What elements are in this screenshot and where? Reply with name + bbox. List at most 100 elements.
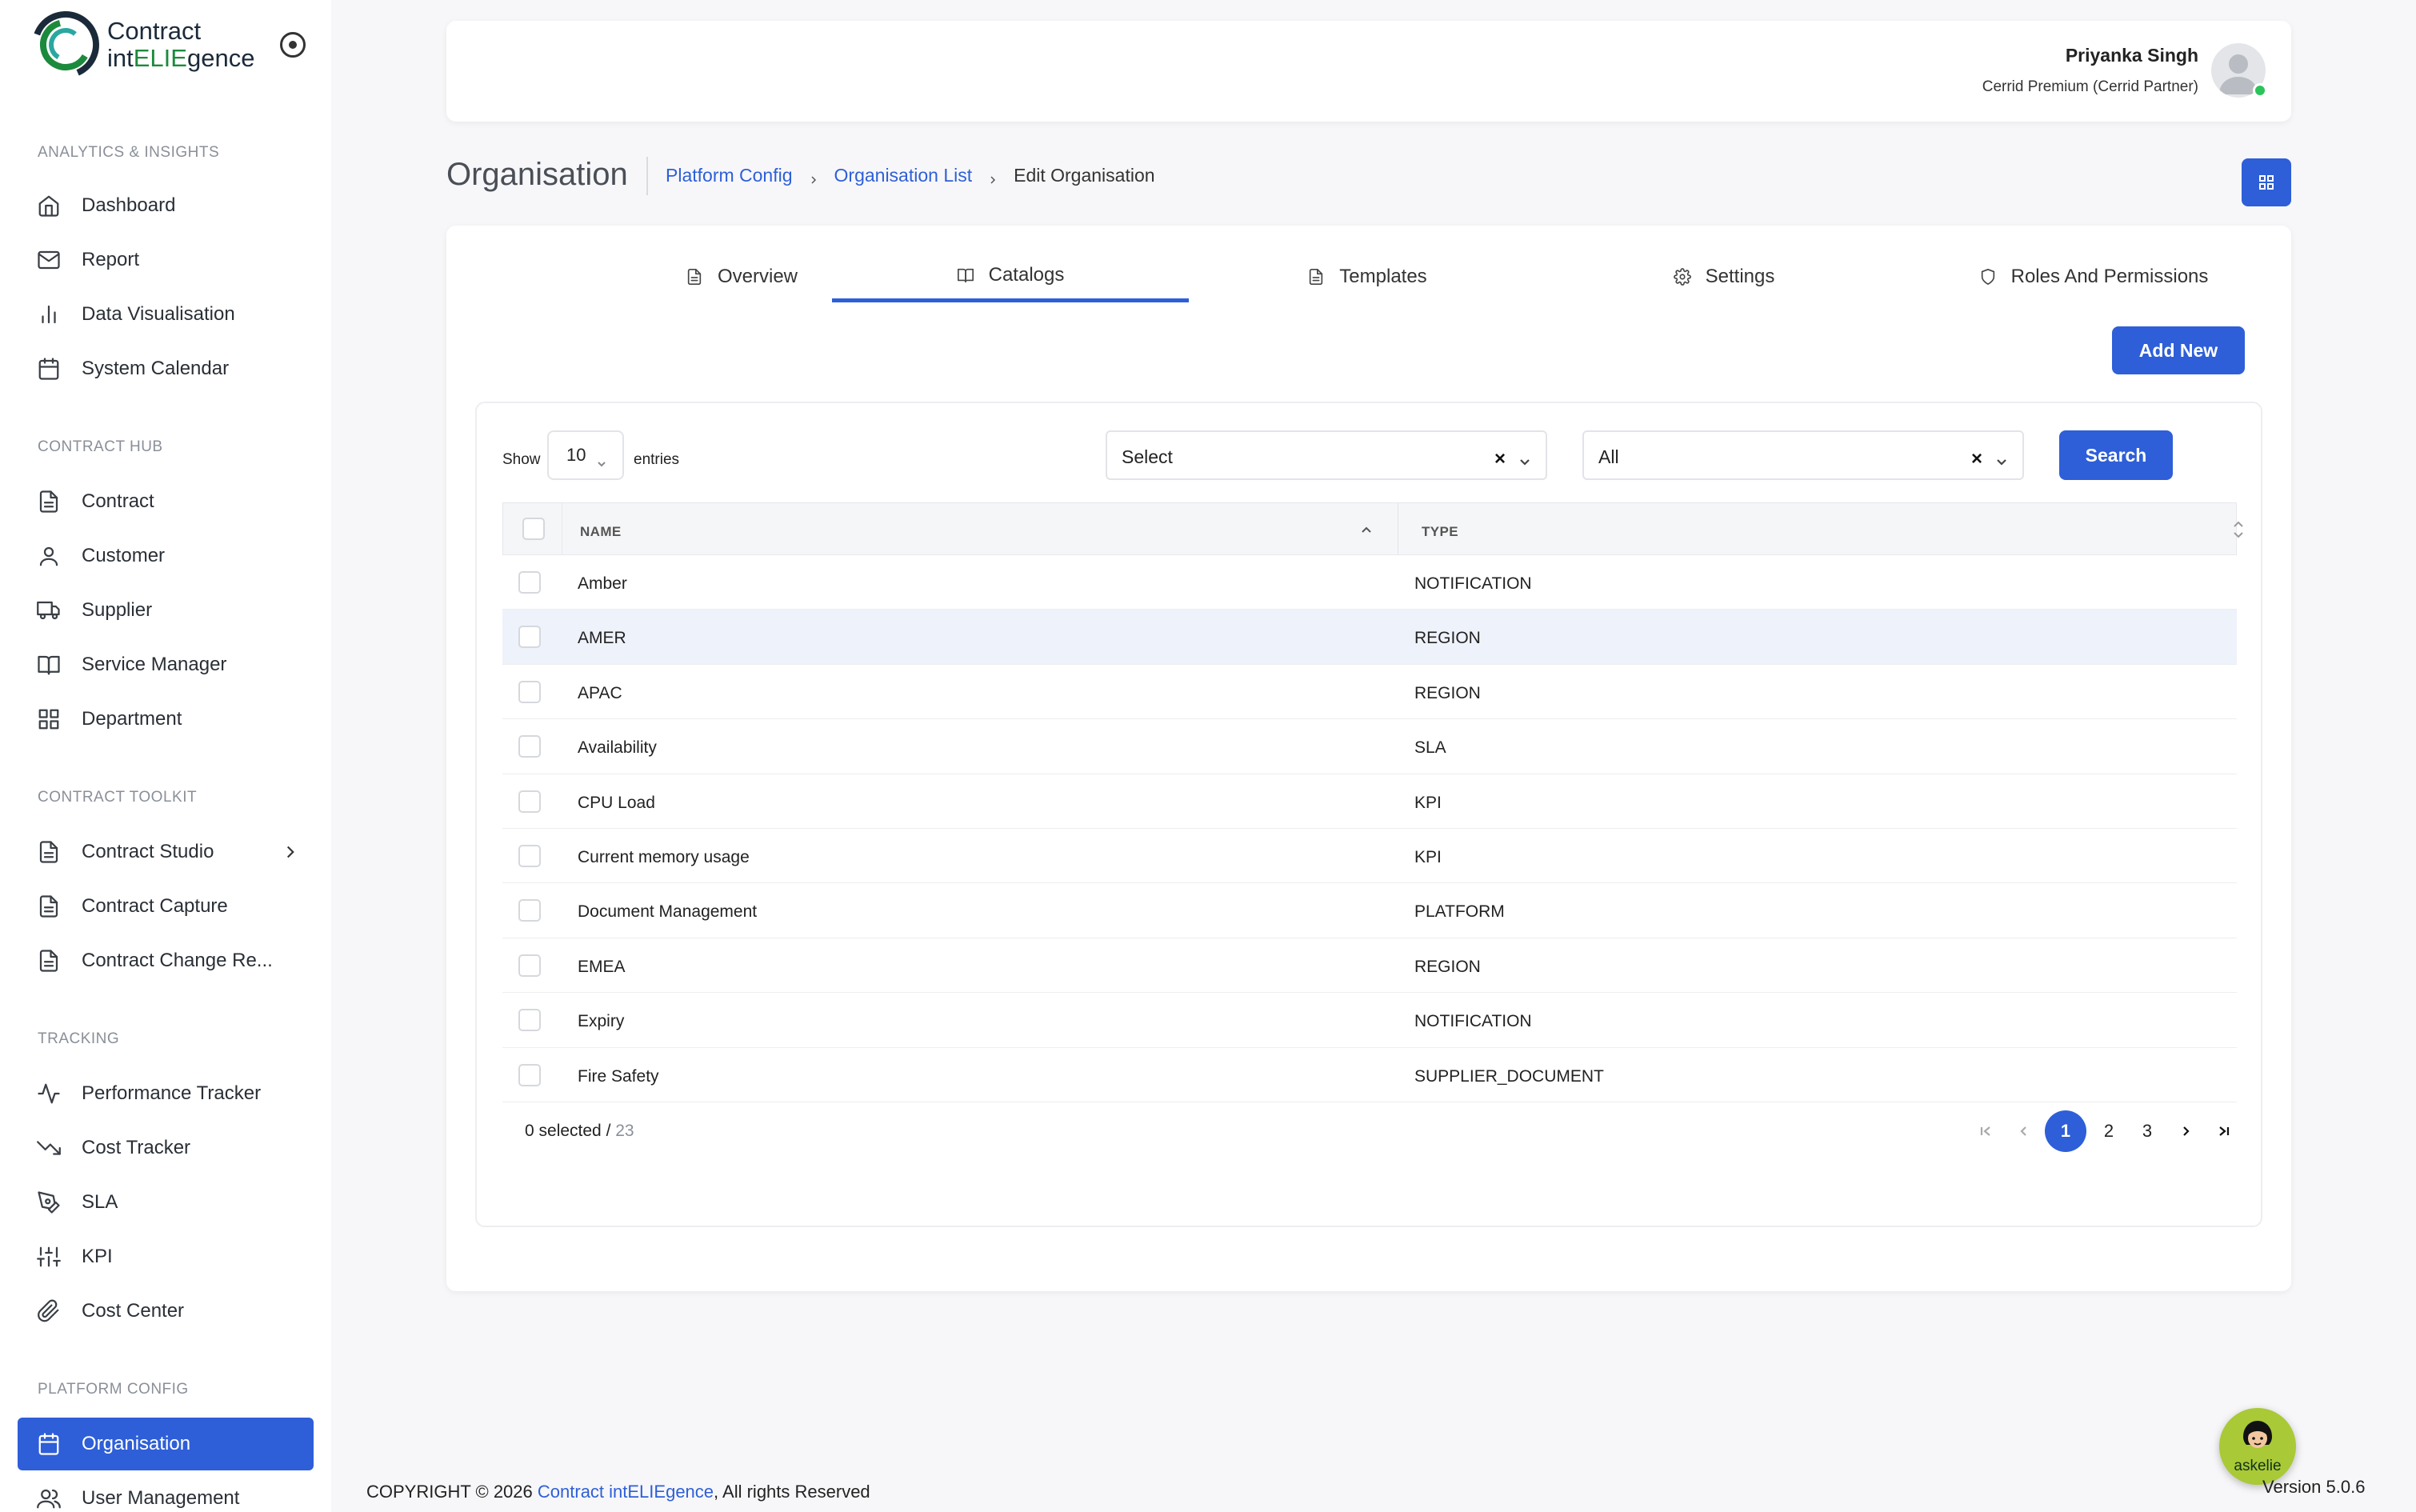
row-checkbox[interactable] [518,1009,541,1032]
sidebar-item-label: Customer [82,545,166,566]
footer-brand-link[interactable]: Contract intELIEgence [538,1482,714,1502]
tab-bar: Overview Catalogs Templates Settings Rol… [446,251,2291,302]
sort-icon[interactable] [2231,518,2246,542]
copyright-suffix: , All rights Reserved [714,1482,870,1502]
cell-name: APAC [578,683,622,702]
sidebar-item-label: SLA [82,1191,118,1213]
breadcrumb-platform-config[interactable]: Platform Config [666,165,793,186]
table-row[interactable]: Expiry NOTIFICATION [502,993,2237,1048]
breadcrumb-organisation-list[interactable]: Organisation List [834,165,973,186]
grid-view-button[interactable] [2242,158,2291,206]
row-checkbox[interactable] [518,954,541,977]
sidebar-item-label: Organisation [82,1433,191,1454]
table-row[interactable]: Fire Safety SUPPLIER_DOCUMENT [502,1048,2237,1102]
sort-ascending-icon[interactable] [1359,522,1374,537]
tab-roles-and-permissions[interactable]: Roles And Permissions [1915,251,2272,302]
prev-page-button[interactable] [2003,1110,2045,1152]
add-new-button[interactable]: Add New [2112,326,2245,374]
sidebar-item-contract-change-request[interactable]: Contract Change Re... [18,934,314,987]
row-checkbox[interactable] [518,1063,541,1086]
section-platform-config: PLATFORM CONFIG [38,1381,189,1398]
sidebar-item-report[interactable]: Report [18,234,314,286]
sidebar-item-label: Supplier [82,599,153,621]
select-all-checkbox[interactable] [522,518,545,540]
tab-settings[interactable]: Settings [1546,251,1902,302]
next-page-button[interactable] [2165,1110,2206,1152]
sidebar-item-system-calendar[interactable]: System Calendar [18,342,314,395]
askelie-assistant-button[interactable]: askelie [2219,1408,2296,1485]
sidebar-item-label: Data Visualisation [82,303,235,325]
section-contract-hub: CONTRACT HUB [38,438,163,455]
first-page-button[interactable] [1965,1110,2006,1152]
calendar-icon [37,357,61,381]
sidebar-item-cost-tracker[interactable]: Cost Tracker [18,1122,314,1174]
tab-label: Roles And Permissions [2010,266,2209,287]
cell-type: KPI [1414,793,1442,812]
tab-catalogs[interactable]: Catalogs [832,251,1189,302]
cell-type: REGION [1414,957,1481,976]
sidebar-item-kpi[interactable]: KPI [18,1230,314,1283]
clear-icon[interactable]: × [1971,448,1982,470]
file-text-icon [1307,268,1325,286]
chevron-down-icon [597,453,606,467]
last-page-button[interactable] [2203,1110,2245,1152]
cell-name: CPU Load [578,793,655,812]
sidebar-item-dashboard[interactable]: Dashboard [18,179,314,232]
row-checkbox[interactable] [518,680,541,703]
page-1-button[interactable]: 1 [2045,1110,2086,1152]
table-row[interactable]: APAC REGION [502,665,2237,720]
sidebar-item-department[interactable]: Department [18,693,314,746]
search-button[interactable]: Search [2059,430,2173,480]
status-filter-select[interactable]: All × [1582,430,2024,480]
sidebar-item-user-management[interactable]: User Management [18,1472,314,1512]
cell-type: SUPPLIER_DOCUMENT [1414,1066,1604,1086]
sidebar-item-cost-center[interactable]: Cost Center [18,1285,314,1338]
sidebar-item-service-manager[interactable]: Service Manager [18,638,314,691]
table-row[interactable]: Current memory usage KPI [502,829,2237,884]
file-icon [37,949,61,973]
sidebar-item-performance-tracker[interactable]: Performance Tracker [18,1067,314,1120]
sidebar-item-customer[interactable]: Customer [18,530,314,582]
sidebar-item-label: Contract Change Re... [82,950,273,971]
total-count: 23 [615,1122,634,1140]
sidebar-item-organisation[interactable]: Organisation [18,1418,314,1470]
online-status-dot [2253,83,2267,98]
breadcrumb-current: Edit Organisation [1014,165,1155,186]
book-icon [37,653,61,677]
sidebar-item-contract-capture[interactable]: Contract Capture [18,880,314,933]
table-row[interactable]: Availability SLA [502,719,2237,774]
sidebar-item-supplier[interactable]: Supplier [18,584,314,637]
sidebar-item-sla[interactable]: SLA [18,1176,314,1229]
table-row[interactable]: Document Management PLATFORM [502,883,2237,938]
table-row[interactable]: Amber NOTIFICATION [502,555,2237,610]
sidebar-item-data-visualisation[interactable]: Data Visualisation [18,288,314,341]
row-checkbox[interactable] [518,790,541,813]
truck-icon [37,598,61,622]
sidebar-collapse-button[interactable] [280,32,306,58]
sidebar-item-contract-studio[interactable]: Contract Studio [18,826,314,878]
page-3-button[interactable]: 3 [2126,1110,2168,1152]
table-row[interactable]: AMER REGION [502,610,2237,665]
gear-icon [1673,268,1691,286]
sidebar-item-contract[interactable]: Contract [18,475,314,528]
clear-icon[interactable]: × [1494,448,1506,470]
type-filter-select[interactable]: Select × [1106,430,1547,480]
column-header-type[interactable]: TYPE [1422,524,1458,540]
home-icon [37,194,61,218]
shield-icon [1979,268,1997,286]
entries-per-page-select[interactable]: 10 [547,430,624,480]
trending-down-icon [37,1136,61,1160]
row-checkbox[interactable] [518,735,541,758]
tab-templates[interactable]: Templates [1189,251,1546,302]
table-row[interactable]: EMEA REGION [502,938,2237,994]
column-header-name[interactable]: NAME [580,524,622,540]
row-checkbox[interactable] [518,571,541,594]
cell-type: REGION [1414,629,1481,648]
page-2-button[interactable]: 2 [2088,1110,2130,1152]
table-row[interactable]: CPU Load KPI [502,774,2237,829]
paperclip-icon [37,1299,61,1323]
row-checkbox[interactable] [518,899,541,922]
row-checkbox[interactable] [518,844,541,867]
row-checkbox[interactable] [518,626,541,649]
brand-logo[interactable]: Contract intELIEgence [29,8,269,82]
